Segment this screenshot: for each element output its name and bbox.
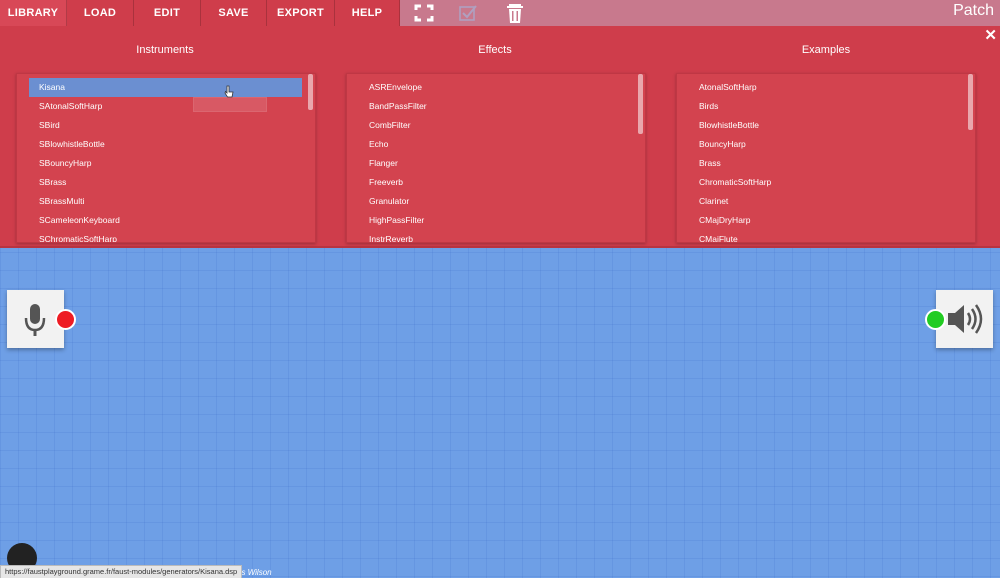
list-item[interactable]: SChromaticSoftHarp — [17, 230, 315, 242]
list-item[interactable]: SBrass — [17, 173, 315, 192]
examples-title: Examples — [801, 44, 851, 56]
list-item[interactable]: Clarinet — [677, 192, 975, 211]
effects-list[interactable]: ASREnvelope BandPassFilter CombFilter Ec… — [346, 73, 646, 243]
menu-load[interactable]: LOAD — [67, 0, 134, 26]
list-item[interactable]: InstrReverb — [347, 230, 645, 242]
list-item[interactable]: Freeverb — [347, 173, 645, 192]
output-connector-dot[interactable] — [925, 309, 946, 330]
hand-cursor-icon — [224, 85, 234, 98]
input-connector-dot[interactable] — [55, 309, 76, 330]
list-item[interactable]: SBrassMulti — [17, 192, 315, 211]
list-item[interactable]: Echo — [347, 135, 645, 154]
trash-icon[interactable] — [504, 3, 526, 23]
close-icon[interactable]: ✕ — [984, 26, 997, 44]
scrollbar[interactable] — [638, 74, 643, 134]
list-item[interactable]: SBlowhistleBottle — [17, 135, 315, 154]
list-item-selected[interactable]: Kisana — [29, 78, 302, 97]
list-item[interactable]: SBouncyHarp — [17, 154, 315, 173]
list-item[interactable]: ChromaticSoftHarp — [677, 173, 975, 192]
list-item[interactable]: SAtonalSoftHarp — [17, 97, 315, 116]
tooltip — [193, 97, 267, 112]
list-item[interactable]: BandPassFilter — [347, 97, 645, 116]
library-panel: ✕ Instruments Effects Examples Kisana SA… — [0, 26, 1000, 248]
list-item[interactable]: Birds — [677, 97, 975, 116]
list-item[interactable]: CMajDryHarp — [677, 211, 975, 230]
list-item[interactable]: Granulator — [347, 192, 645, 211]
list-item[interactable]: CMajFlute — [677, 230, 975, 242]
speaker-icon — [948, 304, 983, 334]
microphone-icon — [24, 304, 46, 336]
list-item[interactable]: AtonalSoftHarp — [677, 78, 975, 97]
toolbar: Patch — [400, 0, 1000, 26]
list-item[interactable]: Brass — [677, 154, 975, 173]
menu-help[interactable]: HELP — [335, 0, 400, 26]
scrollbar[interactable] — [968, 74, 973, 130]
patch-title: Patch — [953, 2, 994, 19]
effects-title: Effects — [478, 44, 512, 56]
examples-list[interactable]: AtonalSoftHarp Birds BlowhistleBottle Bo… — [676, 73, 976, 243]
list-item[interactable]: CombFilter — [347, 116, 645, 135]
list-item[interactable]: BouncyHarp — [677, 135, 975, 154]
instruments-list[interactable]: Kisana SAtonalSoftHarp SBird SBlowhistle… — [16, 73, 316, 243]
menu-save[interactable]: SAVE — [201, 0, 267, 26]
menu-export[interactable]: EXPORT — [267, 0, 335, 26]
checkbox-icon[interactable] — [457, 3, 479, 23]
main-menu-bar: LIBRARY LOAD EDIT SAVE EXPORT HELP Patch — [0, 0, 1000, 26]
scrollbar[interactable] — [308, 74, 313, 110]
list-item[interactable]: SCameleonKeyboard — [17, 211, 315, 230]
menu-edit[interactable]: EDIT — [134, 0, 201, 26]
status-url: https://faustplayground.grame.fr/faust-m… — [0, 565, 243, 578]
menu-library[interactable]: LIBRARY — [0, 0, 67, 26]
list-item[interactable]: SBird — [17, 116, 315, 135]
list-item[interactable]: BlowhistleBottle — [677, 116, 975, 135]
fullscreen-icon[interactable] — [413, 3, 435, 23]
list-item[interactable]: HighPassFilter — [347, 211, 645, 230]
list-item[interactable]: ASREnvelope — [347, 78, 645, 97]
list-item[interactable]: Flanger — [347, 154, 645, 173]
instruments-title: Instruments — [136, 44, 194, 56]
